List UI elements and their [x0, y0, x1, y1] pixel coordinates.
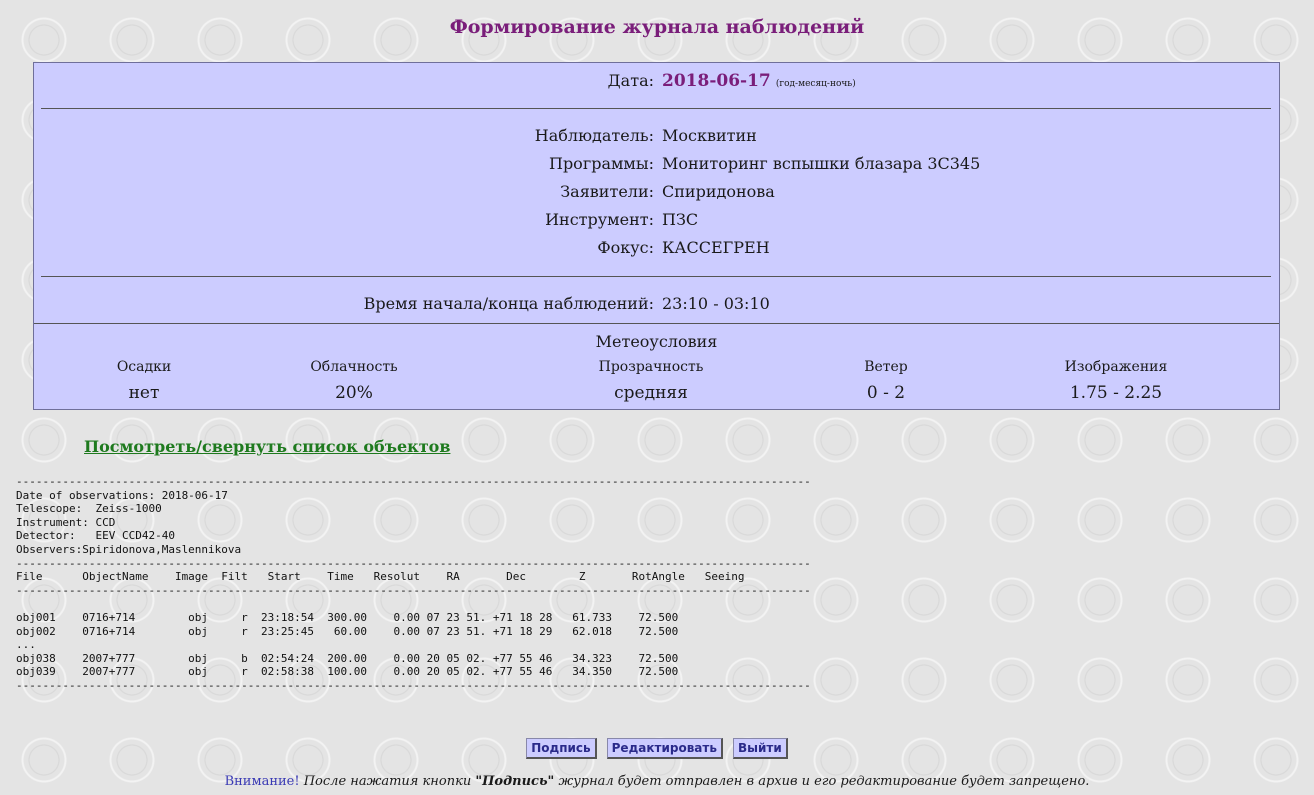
field-label: Программы:: [548, 154, 654, 173]
exit-button[interactable]: Выйти: [732, 738, 788, 759]
edit-button[interactable]: Редактировать: [606, 738, 723, 759]
field-instrument: Инструмент: ПЗС: [34, 210, 1279, 232]
time-row: Время начала/конца наблюдений: 23:10 - 0…: [34, 294, 1279, 316]
date-row: Дата: 2018-06-17 (год-месяц-ночь): [34, 71, 1279, 93]
log-line: ----------------------------------------…: [16, 475, 811, 488]
log-line: ----------------------------------------…: [16, 678, 811, 692]
meteo-head-transparency: Прозрачность: [598, 359, 704, 375]
log-ellipsis: ...: [16, 638, 36, 652]
field-value: Мониторинг вспышки блазара 3C345: [662, 154, 981, 173]
meteo-head-wind: Ветер: [864, 359, 908, 375]
sign-button[interactable]: Подпись: [526, 738, 597, 759]
field-observer: Наблюдатель: Москвитин: [34, 126, 1279, 148]
warning-word: Внимание!: [224, 774, 300, 789]
meteo-title: Метеоусловия: [595, 332, 718, 351]
time-label: Время начала/конца наблюдений:: [363, 294, 654, 313]
meteo-head-cloud: Облачность: [310, 359, 398, 375]
divider: [41, 108, 1271, 109]
meteo-val-precip: нет: [128, 383, 160, 403]
field-value: ПЗС: [662, 210, 699, 229]
date-label: Дата:: [607, 71, 654, 90]
log-row: obj002 0716+714 obj r 23:25:45 60.00 0.0…: [16, 624, 679, 638]
meteo-val-transparency: средняя: [614, 383, 688, 403]
field-programs: Программы: Мониторинг вспышки блазара 3C…: [34, 154, 1279, 176]
page-title: Формирование журнала наблюдений: [449, 16, 865, 38]
warning-bold: "Подпись": [475, 774, 555, 789]
action-buttons: Подпись Редактировать Выйти: [0, 737, 1314, 759]
field-label: Фокус:: [597, 238, 654, 257]
log-row: obj038 2007+777 obj b 02:54:24 200.00 0.…: [16, 651, 679, 665]
log-line: Observers:Spiridonova,Maslennikova: [16, 542, 242, 556]
time-value: 23:10 - 03:10: [662, 294, 770, 313]
meteo-head-precip: Осадки: [116, 359, 172, 375]
date-note: (год-месяц-ночь): [775, 79, 856, 89]
date-value: 2018-06-17: [662, 71, 771, 91]
field-value: КАССЕГРЕН: [662, 238, 770, 257]
log-line: Telescope: Zeiss-1000: [16, 502, 162, 516]
field-label: Наблюдатель:: [534, 126, 654, 145]
field-value: Спиридонова: [662, 182, 775, 201]
journal-panel: Дата: 2018-06-17 (год-месяц-ночь) Наблюд…: [33, 62, 1280, 410]
log-line: ----------------------------------------…: [16, 556, 811, 570]
log-line: ----------------------------------------…: [16, 583, 811, 597]
field-value: Москвитин: [662, 126, 757, 145]
observation-log: ----------------------------------------…: [16, 475, 846, 693]
field-applicants: Заявители: Спиридонова: [34, 182, 1279, 204]
toggle-objects-link[interactable]: Посмотреть/свернуть список объектов: [84, 437, 450, 456]
log-row: obj001 0716+714 obj r 23:18:54 300.00 0.…: [16, 610, 679, 624]
field-label: Заявители:: [560, 182, 654, 201]
meteo-val-cloud: 20%: [335, 383, 373, 403]
field-label: Инструмент:: [545, 210, 654, 229]
warning-notice: Внимание! После нажатия кнопки "Подпись"…: [0, 774, 1314, 789]
divider: [41, 276, 1271, 277]
field-focus: Фокус: КАССЕГРЕН: [34, 238, 1279, 260]
log-line: Date of observations: 2018-06-17: [16, 488, 228, 502]
meteo-val-seeing: 1.75 - 2.25: [1069, 383, 1163, 403]
divider: [34, 323, 1279, 324]
log-line: Detector: EEV CCD42-40: [16, 529, 175, 543]
log-header-row: File ObjectName Image Filt Start Time Re…: [16, 570, 745, 584]
warning-text: После нажатия кнопки: [303, 774, 472, 789]
warning-text: журнал будет отправлен в архив и его ред…: [558, 774, 1090, 789]
meteo-head-seeing: Изображения: [1064, 359, 1168, 375]
log-line: Instrument: CCD: [16, 515, 116, 529]
log-row: obj039 2007+777 obj r 02:58:38 100.00 0.…: [16, 665, 679, 679]
meteo-val-wind: 0 - 2: [866, 383, 906, 403]
